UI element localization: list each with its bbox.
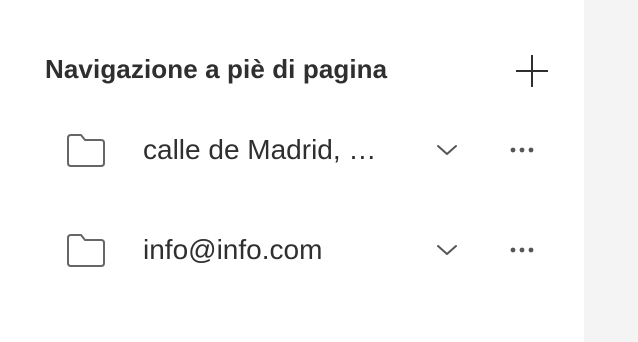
more-horizontal-icon xyxy=(510,147,534,153)
chevron-down-icon xyxy=(437,145,457,155)
expand-button[interactable] xyxy=(433,236,461,264)
nav-item-label: info@info.com xyxy=(143,234,323,265)
chevron-down-icon xyxy=(437,245,457,255)
folder-icon xyxy=(65,231,107,269)
nav-item[interactable]: info@info.com xyxy=(45,218,565,282)
more-horizontal-icon xyxy=(510,247,534,253)
footer-navigation-panel: Navigazione a piè di pagina calle de Mad… xyxy=(0,0,584,342)
panel-header: Navigazione a piè di pagina xyxy=(45,52,565,88)
nav-item-label: calle de Madrid, … xyxy=(143,134,377,165)
add-item-button[interactable] xyxy=(514,53,550,89)
more-options-button[interactable] xyxy=(507,136,537,164)
plus-icon xyxy=(516,55,548,87)
more-options-button[interactable] xyxy=(507,236,537,264)
folder-icon xyxy=(65,131,107,169)
panel-title: Navigazione a piè di pagina xyxy=(45,54,388,84)
expand-button[interactable] xyxy=(433,136,461,164)
nav-item[interactable]: calle de Madrid, … xyxy=(45,118,565,182)
